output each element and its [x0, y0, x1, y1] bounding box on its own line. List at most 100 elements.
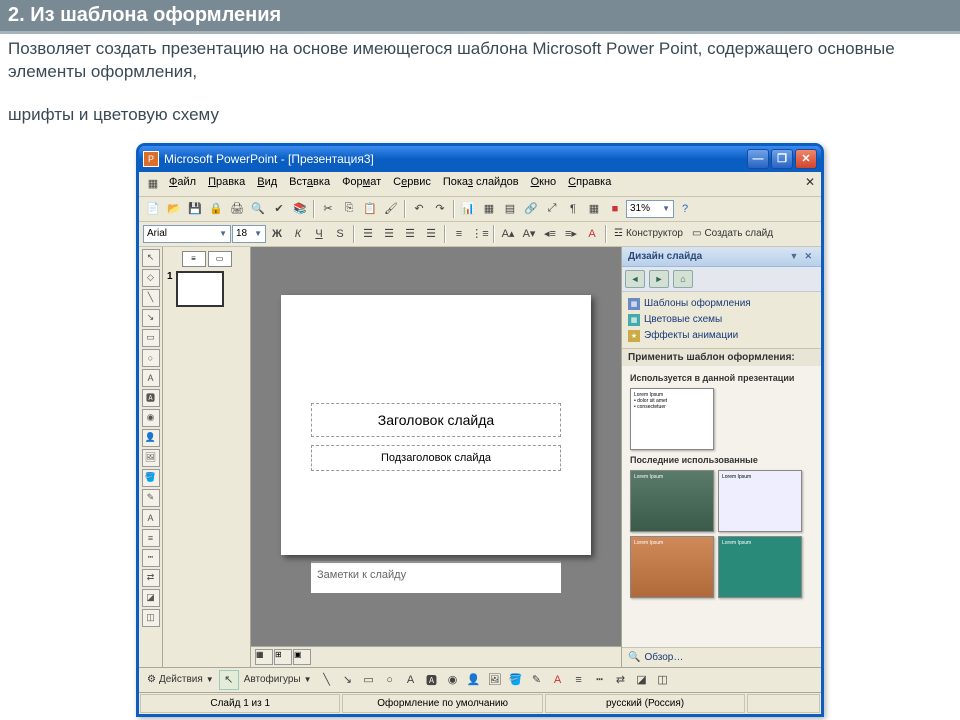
rectangle-icon[interactable]: ▭ — [359, 670, 379, 690]
animation-link[interactable]: ★Эффекты анимации — [628, 328, 815, 344]
format-painter-icon[interactable]: 🖌 — [381, 199, 401, 219]
font-color-tool-icon[interactable]: A — [142, 509, 160, 527]
control-icon[interactable]: ▦ — [143, 174, 163, 194]
picture-icon[interactable]: 🖼 — [485, 670, 505, 690]
normal-view-icon[interactable]: ▦ — [255, 649, 273, 665]
numbering-icon[interactable]: ≡ — [449, 224, 469, 244]
outline-tab[interactable]: ≡ — [182, 251, 206, 267]
text-tool-icon[interactable]: A — [142, 369, 160, 387]
template-recent-4[interactable]: Lorem Ipsum — [718, 536, 802, 598]
clipart-icon[interactable]: 👤 — [464, 670, 484, 690]
title-placeholder[interactable]: Заголовок слайда — [311, 403, 561, 437]
open-icon[interactable]: 📂 — [164, 199, 184, 219]
paste-icon[interactable]: 📋 — [360, 199, 380, 219]
dash-icon[interactable]: ┅ — [590, 670, 610, 690]
menu-window[interactable]: Окно — [525, 174, 563, 194]
preview-icon[interactable]: 🔍 — [248, 199, 268, 219]
slideshow-view-icon[interactable]: ▣ — [293, 649, 311, 665]
line-weight-icon[interactable]: ≡ — [569, 670, 589, 690]
3d-style-icon[interactable]: ◫ — [142, 609, 160, 627]
new-slide-button[interactable]: ▭Создать слайд — [688, 228, 777, 239]
underline-button[interactable]: Ч — [309, 224, 329, 244]
research-icon[interactable]: 📚 — [290, 199, 310, 219]
menu-edit[interactable]: Правка — [202, 174, 251, 194]
font-color-icon[interactable]: A — [582, 224, 602, 244]
shadow-button[interactable]: S — [330, 224, 350, 244]
autoshapes-menu[interactable]: Автофигуры▼ — [240, 674, 316, 685]
increase-indent-icon[interactable]: ≡▸ — [561, 224, 581, 244]
menu-file[interactable]: Файл — [163, 174, 202, 194]
slides-tab[interactable]: ▭ — [208, 251, 232, 267]
select-tool-icon[interactable]: ↖ — [142, 249, 160, 267]
new-icon[interactable]: 📄 — [143, 199, 163, 219]
menu-slideshow[interactable]: Показ слайдов — [437, 174, 525, 194]
bold-button[interactable]: Ж — [267, 224, 287, 244]
arrows-icon[interactable]: ⇄ — [611, 670, 631, 690]
color-icon[interactable]: ■ — [605, 199, 625, 219]
wordart-tool-icon[interactable]: 🅰 — [142, 389, 160, 407]
designer-button[interactable]: ☲Конструктор — [610, 228, 687, 239]
subtitle-placeholder[interactable]: Подзаголовок слайда — [311, 445, 561, 471]
textbox-icon[interactable]: A — [401, 670, 421, 690]
redo-icon[interactable]: ↷ — [430, 199, 450, 219]
sorter-view-icon[interactable]: ⊞ — [274, 649, 292, 665]
picture-tool-icon[interactable]: 🖼 — [142, 449, 160, 467]
menu-tools[interactable]: Сервис — [387, 174, 437, 194]
actions-menu[interactable]: ⚙Действия▼ — [143, 674, 218, 685]
line-color-icon[interactable]: ✎ — [142, 489, 160, 507]
shadow-style-icon[interactable]: ◪ — [142, 589, 160, 607]
fill-tool-icon[interactable]: 🪣 — [142, 469, 160, 487]
notes-pane[interactable]: Заметки к слайду — [311, 561, 561, 593]
decrease-font-icon[interactable]: A▾ — [519, 224, 539, 244]
dash-style-icon[interactable]: ┅ — [142, 549, 160, 567]
templates-link[interactable]: ▦Шаблоны оформления — [628, 296, 815, 312]
align-right-icon[interactable]: ☰ — [400, 224, 420, 244]
line-tool-icon[interactable]: ╲ — [142, 289, 160, 307]
grid-icon[interactable]: ▦ — [584, 199, 604, 219]
font-color-btn-icon[interactable]: A — [548, 670, 568, 690]
show-formatting-icon[interactable]: ¶ — [563, 199, 583, 219]
template-recent-2[interactable]: Lorem Ipsum — [718, 470, 802, 532]
clipart-tool-icon[interactable]: 👤 — [142, 429, 160, 447]
zoom-combo[interactable]: 31%▼ — [626, 200, 674, 218]
spell-icon[interactable]: ✔ — [269, 199, 289, 219]
arrow-tool-icon[interactable]: ↘ — [142, 309, 160, 327]
shapes-tool-icon[interactable]: ◇ — [142, 269, 160, 287]
browse-link[interactable]: 🔍 Обзор… — [622, 647, 821, 667]
bullets-icon[interactable]: ⋮≡ — [470, 224, 490, 244]
color-schemes-link[interactable]: ▦Цветовые схемы — [628, 312, 815, 328]
line-color-btn-icon[interactable]: ✎ — [527, 670, 547, 690]
copy-icon[interactable]: ⎘ — [339, 199, 359, 219]
template-recent-3[interactable]: Lorem Ipsum — [630, 536, 714, 598]
close-button[interactable]: ✕ — [795, 149, 817, 169]
diagram-tool-icon[interactable]: ◉ — [142, 409, 160, 427]
hyperlink-icon[interactable]: 🔗 — [521, 199, 541, 219]
nav-back-icon[interactable]: ◄ — [625, 270, 645, 288]
fontsize-combo[interactable]: 18▼ — [232, 225, 266, 243]
status-language[interactable]: русский (Россия) — [545, 694, 745, 713]
menu-view[interactable]: Вид — [251, 174, 283, 194]
line-style-icon[interactable]: ≡ — [142, 529, 160, 547]
nav-home-icon[interactable]: ⌂ — [673, 270, 693, 288]
wordart-icon[interactable]: 🅰 — [422, 670, 442, 690]
italic-button[interactable]: К — [288, 224, 308, 244]
nav-forward-icon[interactable]: ► — [649, 270, 669, 288]
template-recent-1[interactable]: Lorem Ipsum — [630, 470, 714, 532]
minimize-button[interactable]: — — [747, 149, 769, 169]
oval-tool-icon[interactable]: ○ — [142, 349, 160, 367]
justify-icon[interactable]: ☰ — [421, 224, 441, 244]
help-icon[interactable]: ? — [675, 199, 695, 219]
rect-tool-icon[interactable]: ▭ — [142, 329, 160, 347]
fill-color-icon[interactable]: 🪣 — [506, 670, 526, 690]
template-current[interactable]: Lorem Ipsum• dolor sit amet• consectetue… — [630, 388, 714, 450]
shadow-icon[interactable]: ◪ — [632, 670, 652, 690]
menu-format[interactable]: Формат — [336, 174, 387, 194]
menu-help[interactable]: Справка — [562, 174, 617, 194]
expand-icon[interactable]: ⤢ — [542, 199, 562, 219]
permission-icon[interactable]: 🔒 — [206, 199, 226, 219]
maximize-button[interactable]: ❐ — [771, 149, 793, 169]
chart-icon[interactable]: 📊 — [458, 199, 478, 219]
table-icon[interactable]: ▦ — [479, 199, 499, 219]
align-center-icon[interactable]: ☰ — [379, 224, 399, 244]
print-icon[interactable]: 🖨 — [227, 199, 247, 219]
